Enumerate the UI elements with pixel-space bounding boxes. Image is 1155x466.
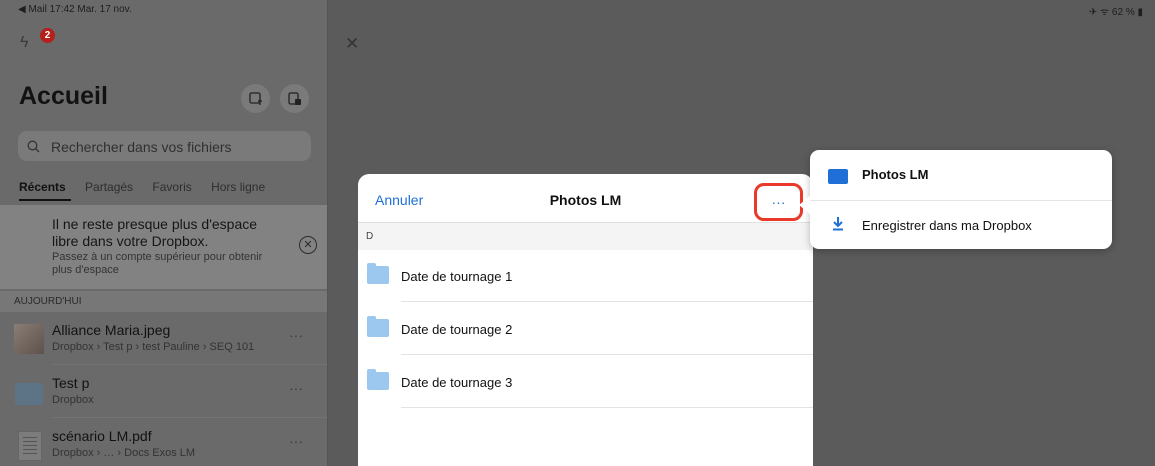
folder-icon (15, 383, 43, 405)
section-header-today: AUJOURD'HUI (0, 291, 327, 312)
tab-hors-ligne[interactable]: Hors ligne (211, 180, 265, 194)
divider (52, 364, 327, 365)
status-bar-right: ✈ ᯤ 62 % ▮ (1088, 7, 1143, 18)
folder-name: Date de tournage 2 (401, 322, 513, 337)
divider (401, 354, 813, 355)
search-input[interactable]: Rechercher dans vos fichiers (18, 131, 311, 161)
folder-icon (367, 263, 389, 284)
tab-favoris[interactable]: Favoris (152, 180, 191, 194)
save-to-dropbox-button[interactable]: Enregistrer dans ma Dropbox (810, 201, 1112, 250)
divider (401, 301, 813, 302)
folder-icon (828, 169, 848, 184)
file-name: Alliance Maria.jpeg (52, 322, 171, 338)
folder-name: Date de tournage 1 (401, 269, 513, 284)
divider (401, 407, 813, 408)
tab-partages[interactable]: Partagés (85, 180, 133, 194)
close-banner-icon[interactable]: ✕ (299, 236, 317, 254)
divider (52, 417, 327, 418)
sidebar: ◀ Mail 17:42 Mar. 17 nov. ϟ 2 Accueil Re… (0, 0, 327, 466)
cancel-button[interactable]: Annuler (375, 192, 423, 208)
more-options-button[interactable]: ··· (289, 327, 303, 343)
active-tab-indicator (19, 199, 71, 201)
status-bar-left: ◀ Mail 17:42 Mar. 17 nov. (18, 4, 132, 15)
image-thumbnail (14, 324, 44, 354)
close-icon[interactable]: ✕ (345, 34, 359, 54)
modal-header: Photos LM Annuler ··· (358, 174, 813, 223)
more-options-button[interactable]: ··· (754, 183, 803, 221)
folder-picker-modal: Photos LM Annuler ··· D Date de tournage… (358, 174, 813, 466)
folder-icon (367, 316, 389, 337)
lightning-icon[interactable]: ϟ (20, 34, 28, 52)
tab-bar: Récents Partagés Favoris Hors ligne (19, 180, 281, 194)
popover-folder-label: Photos LM (862, 167, 929, 182)
status-date: Mar. 17 nov. (77, 4, 132, 15)
document-add-icon (287, 91, 301, 105)
file-name: scénario LM.pdf (52, 428, 152, 444)
create-button[interactable] (280, 84, 309, 113)
file-name: Test p (52, 375, 90, 391)
list-item[interactable]: Test p Dropbox ··· (0, 366, 327, 418)
back-to-app-link[interactable]: ◀ Mail (18, 4, 47, 15)
file-path: Dropbox (52, 394, 94, 406)
photo-upload-icon (248, 91, 262, 105)
options-popover: Photos LM Enregistrer dans ma Dropbox (799, 150, 1112, 250)
page-title: Accueil (19, 82, 108, 110)
folder-name: Date de tournage 3 (401, 375, 513, 390)
folder-icon (367, 369, 389, 390)
save-to-dropbox-label: Enregistrer dans ma Dropbox (862, 218, 1032, 233)
status-time: 17:42 (49, 4, 75, 15)
more-options-button[interactable]: ··· (289, 380, 303, 396)
banner-subtitle: Passez à un compte supérieur pour obteni… (52, 251, 263, 276)
ellipsis-icon: ··· (771, 194, 786, 210)
section-header-letter: D (358, 223, 813, 250)
popover-item-folder[interactable]: Photos LM (810, 150, 1112, 199)
pdf-file-icon (18, 431, 42, 461)
notification-badge: 2 (40, 28, 55, 43)
upload-photo-button[interactable] (241, 84, 270, 113)
list-item[interactable]: Date de tournage 3 (358, 356, 813, 408)
file-path: Dropbox › … › Docs Exos LM (52, 447, 196, 459)
list-item[interactable]: scénario LM.pdf Dropbox › … › Docs Exos … (0, 419, 327, 466)
file-path: Dropbox › Test p › test Pauline › SEQ 10… (52, 341, 255, 353)
storage-warning-banner[interactable]: Il ne reste presque plus d'espace libre … (0, 205, 327, 289)
search-icon (27, 140, 40, 153)
list-item[interactable]: Date de tournage 1 (358, 250, 813, 302)
search-placeholder: Rechercher dans vos fichiers (51, 139, 232, 155)
more-options-button[interactable]: ··· (289, 433, 303, 449)
banner-title: Il ne reste presque plus d'espace libre … (52, 216, 258, 249)
modal-title: Photos LM (549, 192, 622, 208)
list-item[interactable]: Alliance Maria.jpeg Dropbox › Test p › t… (0, 313, 327, 365)
list-item[interactable]: Date de tournage 2 (358, 303, 813, 355)
download-icon (833, 217, 843, 231)
tab-recents[interactable]: Récents (19, 180, 66, 194)
